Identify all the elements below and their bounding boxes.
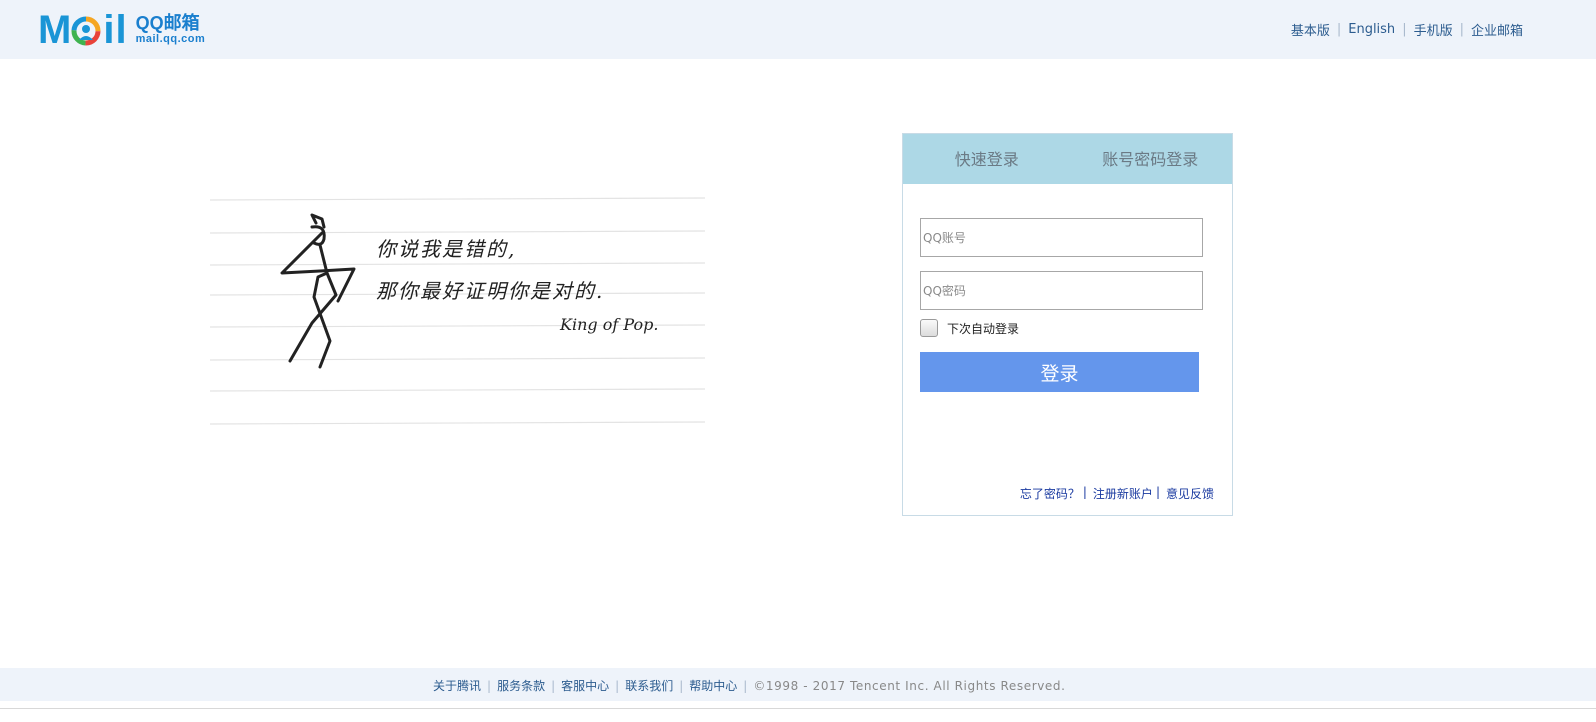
link-enterprise-mail[interactable]: 企业邮箱 bbox=[1471, 20, 1523, 39]
logo-letters-right: il bbox=[103, 8, 128, 52]
auto-login-checkbox[interactable] bbox=[920, 319, 938, 337]
link-separator: | bbox=[487, 678, 492, 693]
link-contact-us[interactable]: 联系我们 bbox=[625, 677, 673, 694]
link-about-tencent[interactable]: 关于腾讯 bbox=[433, 677, 481, 694]
logo-url: mail.qq.com bbox=[135, 33, 206, 45]
tab-quick-login[interactable]: 快速登录 bbox=[903, 134, 1069, 184]
login-panel: 快速登录 账号密码登录 下次自动登录 登录 忘了密码？ | 注册新账户 | 意见… bbox=[902, 133, 1233, 516]
quote-signature: King of Pop. bbox=[560, 315, 659, 334]
header-bar: M il QQ邮箱 mail.qq.com 基本版 | English | 手机… bbox=[0, 0, 1596, 59]
logo-o-icon bbox=[71, 16, 101, 46]
account-field[interactable] bbox=[920, 218, 1203, 257]
link-separator: | bbox=[1402, 22, 1407, 37]
login-tabs: 快速登录 账号密码登录 bbox=[903, 134, 1232, 184]
password-input[interactable] bbox=[921, 272, 1202, 309]
link-forgot-password[interactable]: 忘了密码？ bbox=[1020, 485, 1080, 502]
logo-product-name: QQ邮箱 bbox=[135, 13, 200, 33]
link-separator: | bbox=[1155, 485, 1160, 499]
footer-bar: 关于腾讯 | 服务条款 | 客服中心 | 联系我们 | 帮助中心 | ©1998… bbox=[0, 668, 1596, 701]
link-separator: | bbox=[551, 678, 556, 693]
auto-login-label: 下次自动登录 bbox=[947, 321, 1020, 336]
promo-illustration: 你说我是错的, 那你最好证明你是对的. King of Pop. bbox=[210, 195, 710, 430]
link-english[interactable]: English bbox=[1348, 22, 1395, 37]
login-help-links: 忘了密码？ | 注册新账户 | 意见反馈 bbox=[1020, 485, 1214, 502]
password-field[interactable] bbox=[920, 271, 1203, 310]
link-help-center[interactable]: 帮助中心 bbox=[689, 677, 737, 694]
tab-password-login[interactable]: 账号密码登录 bbox=[1069, 134, 1233, 184]
logo-wordmark: M il bbox=[38, 8, 128, 52]
quote-line-2: 那你最好证明你是对的. bbox=[376, 279, 605, 303]
link-separator: | bbox=[1336, 22, 1342, 37]
logo-letters-left: M bbox=[38, 8, 71, 52]
link-separator: | bbox=[1082, 485, 1087, 499]
logo-text: QQ邮箱 mail.qq.com bbox=[136, 14, 206, 46]
header-links: 基本版 | English | 手机版 | 企业邮箱 bbox=[1291, 20, 1523, 39]
quote-line-1: 你说我是错的, bbox=[376, 237, 517, 261]
link-separator: | bbox=[1459, 22, 1464, 37]
account-input[interactable] bbox=[921, 219, 1202, 256]
copyright-text: ©1998 - 2017 Tencent Inc. All Rights Res… bbox=[753, 678, 1066, 693]
link-mobile-version[interactable]: 手机版 bbox=[1414, 20, 1453, 39]
login-button[interactable]: 登录 bbox=[920, 352, 1199, 392]
qq-mail-logo[interactable]: M il QQ邮箱 mail.qq.com bbox=[38, 8, 206, 52]
link-separator: | bbox=[743, 678, 748, 693]
link-register[interactable]: 注册新账户 bbox=[1093, 485, 1153, 502]
link-terms[interactable]: 服务条款 bbox=[497, 677, 545, 694]
link-basic-version[interactable]: 基本版 bbox=[1291, 20, 1330, 39]
link-feedback[interactable]: 意见反馈 bbox=[1166, 485, 1214, 502]
link-service-center[interactable]: 客服中心 bbox=[561, 677, 609, 694]
bottom-divider bbox=[0, 708, 1596, 709]
auto-login-option[interactable]: 下次自动登录 bbox=[920, 319, 1019, 337]
footer-links: 关于腾讯 | 服务条款 | 客服中心 | 联系我们 | 帮助中心 | ©1998… bbox=[433, 677, 1066, 694]
link-separator: | bbox=[615, 678, 620, 693]
link-separator: | bbox=[679, 678, 684, 693]
